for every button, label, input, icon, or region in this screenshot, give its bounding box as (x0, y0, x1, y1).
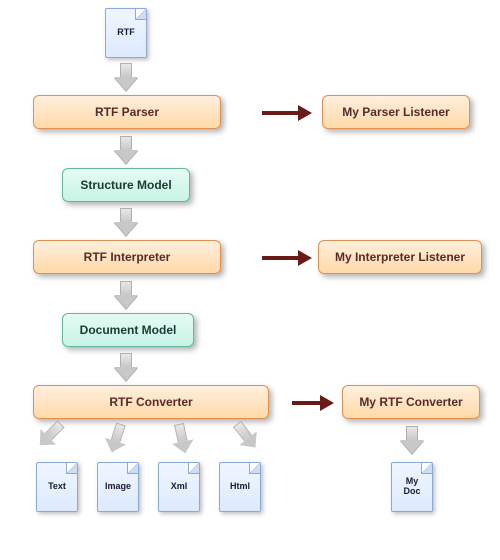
text-output-label: Text (48, 482, 66, 492)
arrow-down-icon (114, 281, 138, 309)
structure-model-box: Structure Model (62, 168, 190, 202)
rtf-converter-label: RTF Converter (109, 395, 192, 409)
arrow-diag-icon (32, 416, 69, 453)
arrow-diag-icon (101, 421, 131, 456)
arrow-down-icon (400, 426, 424, 454)
my-parser-listener-label: My Parser Listener (342, 105, 449, 119)
arrow-right-icon (262, 249, 312, 267)
html-output-file: Html (219, 462, 261, 512)
rtf-parser-box: RTF Parser (33, 95, 221, 129)
my-interpreter-listener-label: My Interpreter Listener (335, 250, 465, 264)
rtf-converter-box: RTF Converter (33, 385, 269, 419)
image-output-file: Image (97, 462, 139, 512)
rtf-input-label: RTF (117, 28, 135, 38)
arrow-diag-icon (228, 417, 264, 454)
rtf-parser-label: RTF Parser (95, 105, 159, 119)
text-output-file: Text (36, 462, 78, 512)
xml-output-file: Xml (158, 462, 200, 512)
rtf-input-file: RTF (105, 8, 147, 58)
mydoc-output-file: My Doc (391, 462, 433, 512)
arrow-right-icon (292, 394, 334, 412)
structure-model-label: Structure Model (80, 178, 171, 192)
arrow-diag-icon (168, 422, 196, 456)
rtf-interpreter-label: RTF Interpreter (84, 250, 171, 264)
arrow-down-icon (114, 208, 138, 236)
arrow-right-icon (262, 104, 312, 122)
xml-output-label: Xml (171, 482, 188, 492)
mydoc-output-label: My Doc (403, 477, 420, 497)
html-output-label: Html (230, 482, 250, 492)
arrow-down-icon (114, 136, 138, 164)
my-parser-listener-box: My Parser Listener (322, 95, 470, 129)
document-model-box: Document Model (62, 313, 194, 347)
arrow-down-icon (114, 353, 138, 381)
arrow-down-icon (114, 63, 138, 91)
my-rtf-converter-label: My RTF Converter (359, 395, 462, 409)
image-output-label: Image (105, 482, 131, 492)
document-model-label: Document Model (80, 323, 177, 337)
my-interpreter-listener-box: My Interpreter Listener (318, 240, 482, 274)
rtf-interpreter-box: RTF Interpreter (33, 240, 221, 274)
my-rtf-converter-box: My RTF Converter (342, 385, 480, 419)
